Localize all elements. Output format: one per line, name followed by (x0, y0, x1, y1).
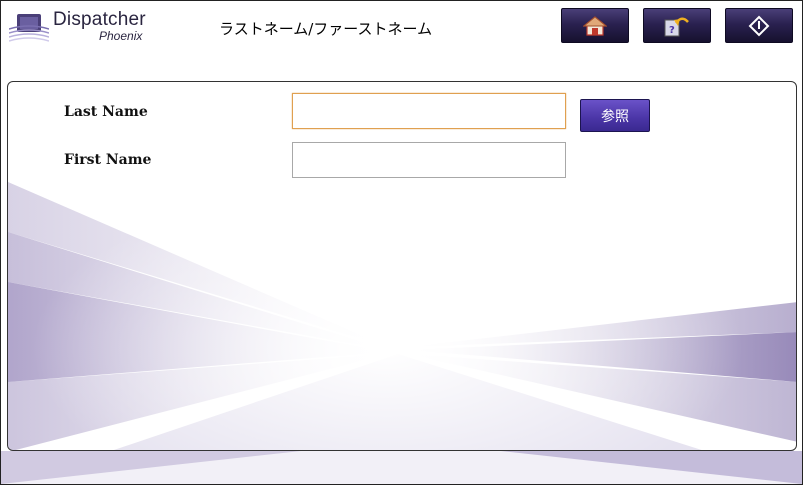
dispatcher-logo-icon (9, 14, 49, 42)
help-back-button[interactable]: ? (643, 8, 711, 43)
background-light-rays (8, 82, 796, 450)
first-name-label: First Name (64, 152, 152, 168)
first-name-input[interactable] (292, 142, 566, 178)
start-button[interactable] (725, 8, 793, 43)
form-panel: Last Name 参照 First Name (7, 81, 797, 451)
home-icon (583, 15, 607, 36)
home-button[interactable] (561, 8, 629, 43)
svg-text:?: ? (669, 25, 675, 36)
header-bar: Dispatcher Phoenix ラストネーム/ファーストネーム ? (1, 1, 802, 51)
app-logo: Dispatcher Phoenix (9, 9, 149, 45)
last-name-input[interactable] (292, 93, 566, 129)
background-strip (1, 451, 802, 484)
app-name: Dispatcher (53, 9, 146, 30)
browse-button[interactable]: 参照 (580, 99, 650, 132)
help-back-icon: ? (664, 17, 689, 36)
last-name-label: Last Name (64, 104, 148, 120)
page-title: ラストネーム/ファーストネーム (219, 20, 433, 38)
start-icon (748, 15, 770, 36)
app-subtitle: Phoenix (99, 29, 143, 43)
